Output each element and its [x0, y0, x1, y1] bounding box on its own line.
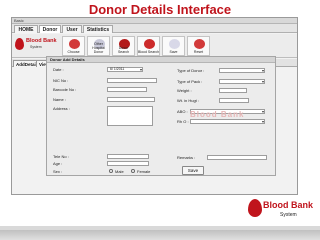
choose-button[interactable]: Choose: [62, 36, 85, 56]
toolbar: Blood Bank System Choose Other Hospital …: [12, 34, 297, 58]
age-label: Age :: [53, 161, 63, 166]
blood-search-label: Blood Search: [138, 50, 160, 54]
choose-label: Choose: [67, 50, 80, 54]
logo-text: Blood Bank: [26, 38, 57, 44]
remarks-label: Remarks :: [177, 155, 196, 160]
footer-band: [0, 230, 320, 240]
menu-donor[interactable]: Donor: [39, 25, 61, 33]
menu-statistics[interactable]: Statistics: [83, 25, 113, 33]
panel-title: Donor Add Details: [47, 57, 275, 63]
save-toolbar-button[interactable]: Save: [162, 36, 185, 56]
reset-button[interactable]: Reset: [187, 36, 210, 56]
name-label: Name :: [53, 97, 66, 102]
donor-search-button[interactable]: Donor Search: [112, 36, 135, 56]
abo-label: ABO :: [177, 109, 188, 114]
slide: Donor Details Interface Basic HOME Donor…: [0, 0, 320, 240]
type-pack-label: Type of Pack :: [177, 79, 203, 84]
app-logo: Blood Bank System: [14, 36, 58, 55]
brand-sub: System: [280, 212, 297, 218]
hb-input[interactable]: [219, 98, 249, 103]
sex-label: Sex :: [53, 169, 63, 174]
date-label: Date :: [53, 67, 64, 72]
brand-logo: Blood Bank System: [246, 196, 318, 228]
tele-input[interactable]: [107, 154, 149, 159]
tele-label: Tele No :: [53, 154, 69, 159]
menu-user[interactable]: User: [62, 25, 82, 33]
menu-home[interactable]: HOME: [14, 25, 38, 33]
rh-label: Rh O :: [177, 119, 189, 124]
watermark: Blood Bank: [190, 110, 245, 119]
type-donor-label: Type of Donor :: [177, 68, 205, 73]
nic-label: NIC No :: [53, 78, 69, 83]
hb-label: Wt. in Hugt :: [177, 98, 200, 103]
date-picker[interactable]: 6/ 1/2011: [107, 67, 143, 72]
other-hospital-donor-button[interactable]: Other Hospital Donor: [87, 36, 110, 56]
barcode-input[interactable]: [107, 87, 147, 92]
male-label: Male: [115, 169, 124, 174]
brand-blood-drop-icon: [248, 199, 262, 217]
save-toolbar-label: Save: [169, 50, 178, 54]
address-label: Address :: [53, 106, 70, 111]
donor-add-details-panel: Donor Add Details Date : 6/ 1/2011 NIC N…: [46, 56, 276, 176]
barcode-label: Barcode No :: [53, 87, 77, 92]
female-radio[interactable]: [131, 169, 135, 173]
date-value: 6/ 1/2011: [110, 67, 125, 71]
donor-search-label: Donor Search: [117, 46, 130, 54]
address-input[interactable]: [107, 106, 153, 126]
type-pack-select[interactable]: [219, 79, 265, 84]
weight-input[interactable]: [219, 88, 247, 93]
rh-select[interactable]: [190, 119, 265, 124]
nic-input[interactable]: [107, 78, 157, 83]
save-icon: [169, 39, 180, 49]
age-input[interactable]: [107, 161, 149, 166]
type-donor-select[interactable]: [219, 68, 265, 73]
male-radio[interactable]: [109, 169, 113, 173]
reset-label: Reset: [193, 50, 204, 54]
menu-bar: HOME Donor User Statistics: [12, 24, 297, 33]
logo-sub: System: [30, 45, 42, 49]
blood-drop-icon: [15, 38, 24, 50]
reset-icon: [194, 39, 205, 49]
blood-search-button[interactable]: Blood Search: [137, 36, 160, 56]
blood-search-icon: [144, 39, 155, 49]
hand-icon: [69, 39, 80, 49]
female-label: Female: [137, 169, 151, 174]
slide-title: Donor Details Interface: [88, 2, 232, 17]
name-input[interactable]: [107, 97, 155, 102]
remarks-input[interactable]: [207, 155, 267, 160]
other-hospital-donor-label: Other Hospital Donor: [92, 42, 105, 54]
save-button[interactable]: Save: [182, 166, 204, 175]
brand-name: Blood Bank: [263, 200, 314, 210]
weight-label: Weight :: [177, 88, 192, 93]
